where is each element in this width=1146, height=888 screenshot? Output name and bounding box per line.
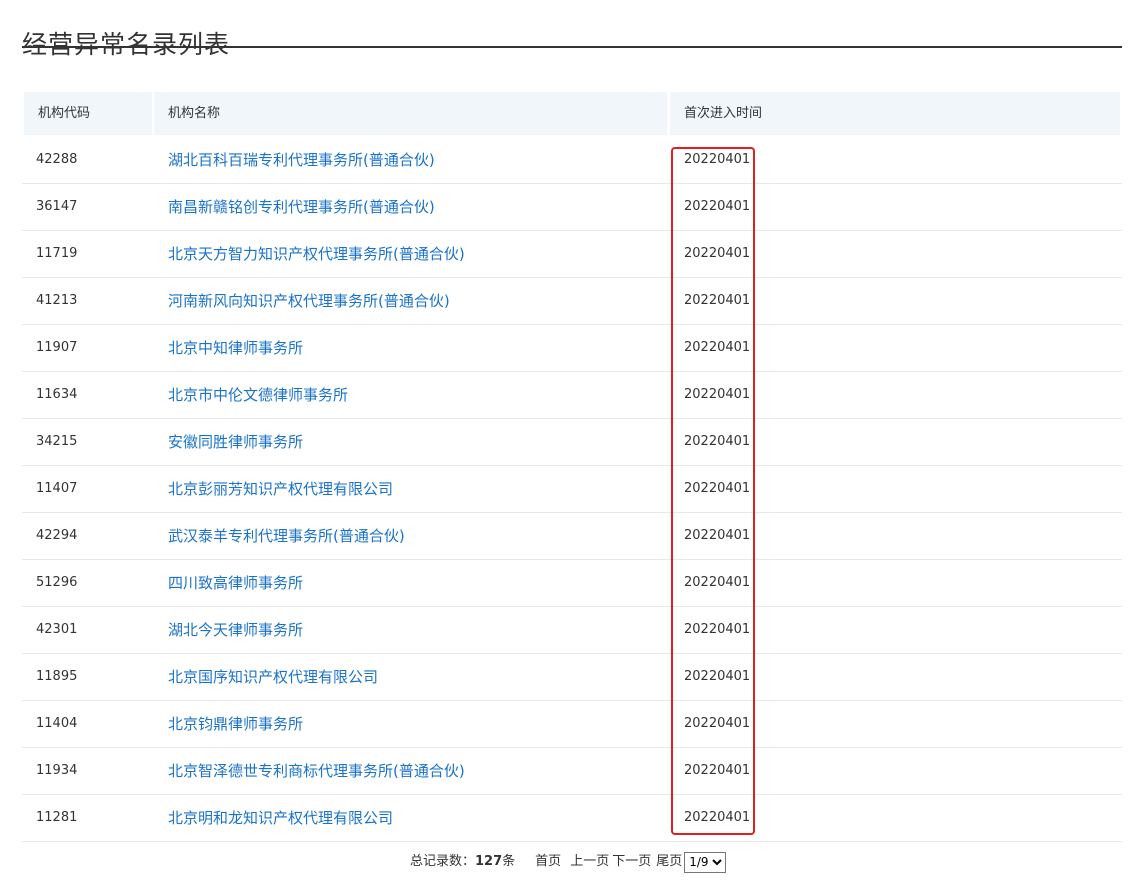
org-name-link[interactable]: 北京国序知识产权代理有限公司 bbox=[168, 654, 378, 700]
table-row: 36147 南昌新赣铭创专利代理事务所(普通合伙) 20220401 bbox=[22, 184, 1122, 231]
org-code: 11719 bbox=[36, 246, 78, 261]
entry-date: 20220401 bbox=[684, 293, 751, 308]
total-unit: 条 bbox=[502, 854, 516, 869]
entry-date: 20220401 bbox=[684, 199, 751, 214]
header-org-name: 机构名称 bbox=[154, 92, 667, 135]
org-code: 42301 bbox=[36, 622, 78, 637]
org-name-link[interactable]: 南昌新赣铭创专利代理事务所(普通合伙) bbox=[168, 184, 435, 230]
last-page-link[interactable]: 尾页 bbox=[656, 851, 682, 873]
org-name-link[interactable]: 北京市中伦文德律师事务所 bbox=[168, 372, 348, 418]
entry-date: 20220401 bbox=[684, 340, 751, 355]
org-code: 11895 bbox=[36, 669, 78, 684]
org-code: 11934 bbox=[36, 763, 78, 778]
table-row: 11895 北京国序知识产权代理有限公司 20220401 bbox=[22, 654, 1122, 701]
entry-date: 20220401 bbox=[684, 622, 751, 637]
entry-date: 20220401 bbox=[684, 528, 751, 543]
table-row: 42294 武汉泰羊专利代理事务所(普通合伙) 20220401 bbox=[22, 513, 1122, 560]
org-name-link[interactable]: 湖北今天律师事务所 bbox=[168, 607, 303, 653]
org-name-link[interactable]: 安徽同胜律师事务所 bbox=[168, 419, 303, 465]
header-org-code: 机构代码 bbox=[24, 92, 152, 135]
org-name-link[interactable]: 北京明和龙知识产权代理有限公司 bbox=[168, 795, 393, 841]
page-select[interactable]: 1/9 bbox=[684, 851, 727, 873]
org-code: 42294 bbox=[36, 528, 78, 543]
org-code: 42288 bbox=[36, 152, 78, 167]
org-code: 11404 bbox=[36, 716, 78, 731]
org-code: 11634 bbox=[36, 387, 78, 402]
table-row: 11407 北京彭丽芳知识产权代理有限公司 20220401 bbox=[22, 466, 1122, 513]
page-title: 经营异常名录列表 bbox=[22, 29, 231, 59]
org-name-link[interactable]: 北京中知律师事务所 bbox=[168, 325, 303, 371]
org-name-link[interactable]: 河南新风向知识产权代理事务所(普通合伙) bbox=[168, 278, 450, 324]
next-page-link[interactable]: 下一页 bbox=[612, 851, 651, 873]
entry-date: 20220401 bbox=[684, 716, 751, 731]
entry-date: 20220401 bbox=[684, 575, 751, 590]
org-code: 34215 bbox=[36, 434, 78, 449]
first-page-link[interactable]: 首页 bbox=[535, 851, 561, 873]
org-name-link[interactable]: 四川致高律师事务所 bbox=[168, 560, 303, 606]
org-code: 11907 bbox=[36, 340, 78, 355]
org-name-link[interactable]: 北京彭丽芳知识产权代理有限公司 bbox=[168, 466, 393, 512]
total-count: 127 bbox=[475, 854, 503, 869]
table-row: 51296 四川致高律师事务所 20220401 bbox=[22, 560, 1122, 607]
org-code: 41213 bbox=[36, 293, 78, 308]
org-code: 11407 bbox=[36, 481, 78, 496]
entry-date: 20220401 bbox=[684, 434, 751, 449]
title-divider bbox=[22, 46, 1122, 48]
org-name-link[interactable]: 北京天方智力知识产权代理事务所(普通合伙) bbox=[168, 231, 465, 277]
abnormal-list-table: 机构代码 机构名称 首次进入时间 42288 湖北百科百瑞专利代理事务所(普通合伙… bbox=[22, 92, 1122, 842]
table-row: 41213 河南新风向知识产权代理事务所(普通合伙) 20220401 bbox=[22, 278, 1122, 325]
org-code: 36147 bbox=[36, 199, 78, 214]
table-row: 42301 湖北今天律师事务所 20220401 bbox=[22, 607, 1122, 654]
table-row: 11634 北京市中伦文德律师事务所 20220401 bbox=[22, 372, 1122, 419]
table-header: 机构代码 机构名称 首次进入时间 bbox=[22, 92, 1122, 137]
entry-date: 20220401 bbox=[684, 763, 751, 778]
entry-date: 20220401 bbox=[684, 152, 751, 167]
table-row: 11404 北京钧鼎律师事务所 20220401 bbox=[22, 701, 1122, 748]
entry-date: 20220401 bbox=[684, 810, 751, 825]
org-name-link[interactable]: 湖北百科百瑞专利代理事务所(普通合伙) bbox=[168, 137, 435, 183]
table-body: 42288 湖北百科百瑞专利代理事务所(普通合伙) 20220401 36147 南昌新… bbox=[22, 137, 1122, 842]
org-name-link[interactable]: 北京钧鼎律师事务所 bbox=[168, 701, 303, 747]
org-name-link[interactable]: 武汉泰羊专利代理事务所(普通合伙) bbox=[168, 513, 405, 559]
table-row: 42288 湖北百科百瑞专利代理事务所(普通合伙) 20220401 bbox=[22, 137, 1122, 184]
table-row: 11907 北京中知律师事务所 20220401 bbox=[22, 325, 1122, 372]
prev-page-link[interactable]: 上一页 bbox=[570, 851, 609, 873]
entry-date: 20220401 bbox=[684, 669, 751, 684]
table-row: 34215 安徽同胜律师事务所 20220401 bbox=[22, 419, 1122, 466]
entry-date: 20220401 bbox=[684, 481, 751, 496]
table-row: 11281 北京明和龙知识产权代理有限公司 20220401 bbox=[22, 795, 1122, 842]
total-label: 总记录数： bbox=[410, 854, 476, 869]
table-row: 11934 北京智泽德世专利商标代理事务所(普通合伙) 20220401 bbox=[22, 748, 1122, 795]
table-row: 11719 北京天方智力知识产权代理事务所(普通合伙) 20220401 bbox=[22, 231, 1122, 278]
entry-date: 20220401 bbox=[684, 246, 751, 261]
header-entry-date: 首次进入时间 bbox=[670, 92, 1120, 135]
entry-date: 20220401 bbox=[684, 387, 751, 402]
pagination: 总记录数： 127 条 首页 上一页 下一页 尾页 1/9 bbox=[410, 851, 727, 873]
org-code: 51296 bbox=[36, 575, 78, 590]
org-code: 11281 bbox=[36, 810, 78, 825]
org-name-link[interactable]: 北京智泽德世专利商标代理事务所(普通合伙) bbox=[168, 748, 465, 794]
